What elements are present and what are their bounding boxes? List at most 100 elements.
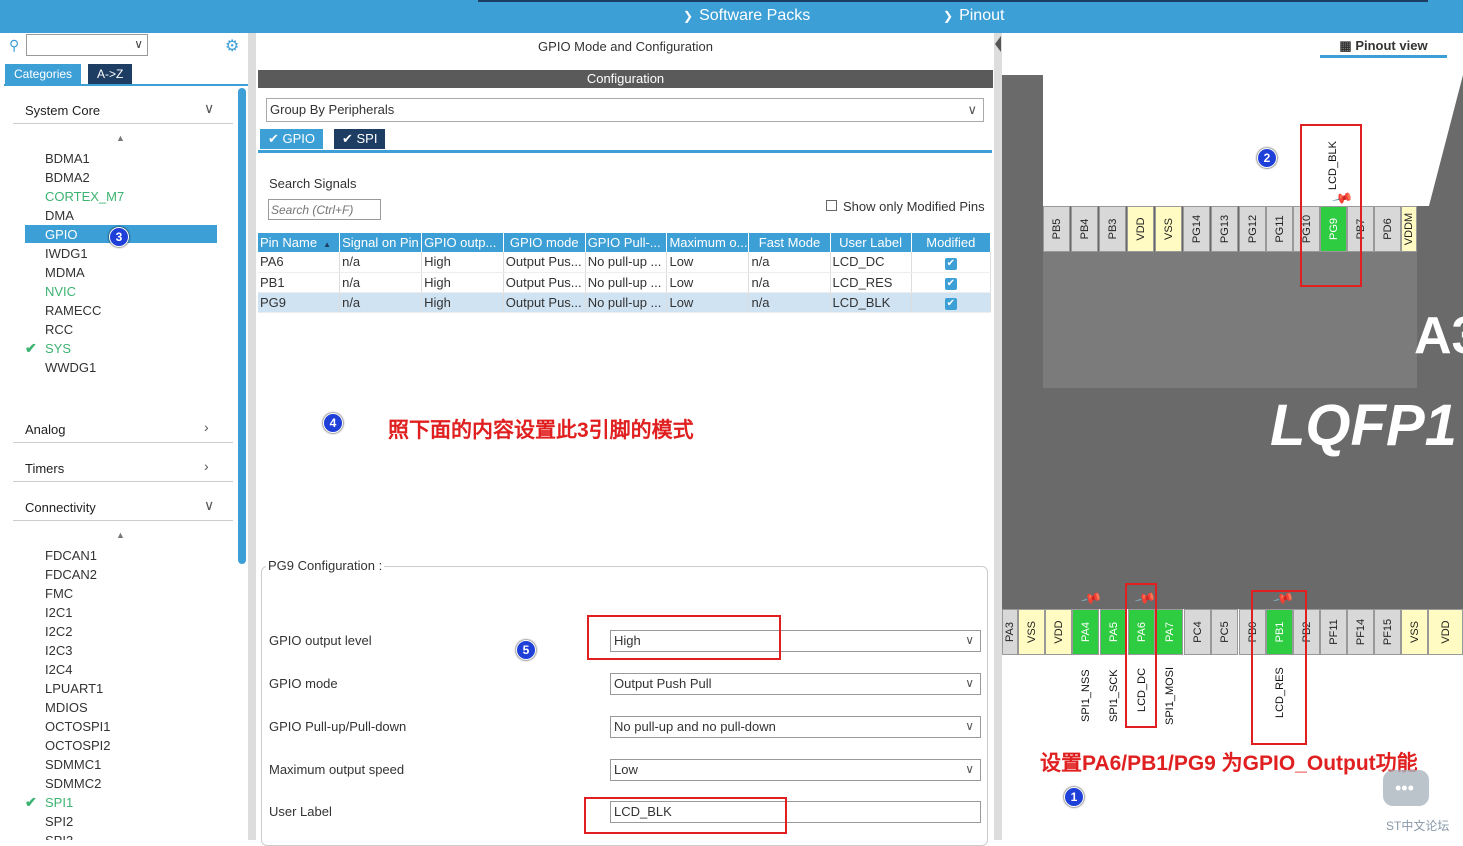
category-analog[interactable]: Analog: [25, 422, 65, 437]
item-spi3[interactable]: SPI3: [45, 833, 73, 840]
item-cortex-m7[interactable]: CORTEX_M7: [45, 189, 124, 204]
item-ramecc[interactable]: RAMECC: [45, 303, 101, 318]
pin-pa7[interactable]: PA7: [1156, 609, 1183, 655]
pin-vdd[interactable]: VDD: [1127, 206, 1154, 252]
item-sdmmc2[interactable]: SDMMC2: [45, 776, 101, 791]
col-gpio-mode[interactable]: GPIO mode: [503, 233, 586, 252]
pin-vdd-b[interactable]: VDD: [1045, 609, 1072, 655]
col-pull[interactable]: GPIO Pull-...: [585, 233, 668, 252]
table-row[interactable]: PG9 n/a High Output Pus... No pull-up ... Low…: [258, 292, 992, 313]
pin-pg13[interactable]: PG13: [1211, 206, 1238, 252]
pin-pf11[interactable]: PF11: [1320, 609, 1347, 655]
tab-a-z[interactable]: A->Z: [88, 64, 133, 84]
pin-pf14[interactable]: PF14: [1347, 609, 1374, 655]
item-bdma1[interactable]: BDMA1: [45, 151, 90, 166]
table-row[interactable]: PB1 n/a High Output Pus... No pull-up ... Low…: [258, 272, 992, 293]
category-system-core[interactable]: System Core: [25, 103, 100, 118]
item-spi1[interactable]: SPI1: [45, 795, 73, 810]
pin-vdd-c[interactable]: VDD: [1428, 609, 1463, 655]
sort-icon[interactable]: ▲: [116, 530, 125, 540]
col-pin-name[interactable]: Pin Name ▲: [258, 233, 341, 252]
item-fmc[interactable]: FMC: [45, 586, 73, 601]
pin-vss-c[interactable]: VSS: [1401, 609, 1428, 655]
gpio-mode-select[interactable]: Output Push Pull ∨: [610, 673, 981, 695]
pin-pg12[interactable]: PG12: [1239, 206, 1266, 252]
category-timers[interactable]: Timers: [25, 461, 64, 476]
pin-vss-b[interactable]: VSS: [1018, 609, 1045, 655]
col-modified[interactable]: Modified: [911, 233, 992, 252]
pinout-view-tab[interactable]: ▦ Pinout view: [1320, 38, 1447, 58]
item-mdios[interactable]: MDIOS: [45, 700, 88, 715]
category-connectivity[interactable]: Connectivity: [25, 500, 96, 515]
item-octospi2[interactable]: OCTOSPI2: [45, 738, 111, 753]
tab-gpio[interactable]: ✔ GPIO: [260, 129, 324, 149]
pin-pg11[interactable]: PG11: [1266, 206, 1293, 252]
chevron-down-icon[interactable]: ∨: [204, 497, 214, 514]
pin-pb5[interactable]: PB5: [1043, 206, 1070, 252]
search-icon[interactable]: ⚲: [9, 37, 19, 54]
item-lpuart1[interactable]: LPUART1: [45, 681, 103, 696]
collapse-arrow-icon[interactable]: [995, 36, 1001, 52]
pin-pb4[interactable]: PB4: [1071, 206, 1098, 252]
item-i2c3[interactable]: I2C3: [45, 643, 72, 658]
item-wwdg1[interactable]: WWDG1: [45, 360, 96, 375]
check-icon[interactable]: ✔: [944, 278, 957, 290]
chevron-right-icon[interactable]: ›: [204, 458, 209, 474]
pin-pc4[interactable]: PC4: [1184, 609, 1211, 655]
panel-splitter[interactable]: [248, 33, 256, 840]
panel-splitter[interactable]: [994, 33, 1002, 840]
search-signals-input[interactable]: [268, 199, 381, 220]
pin-pg14[interactable]: PG14: [1183, 206, 1210, 252]
item-i2c4[interactable]: I2C4: [45, 662, 72, 677]
item-spi2[interactable]: SPI2: [45, 814, 73, 829]
col-max-speed[interactable]: Maximum o...: [666, 233, 750, 252]
pin-pa5[interactable]: PA5: [1100, 609, 1127, 655]
gear-icon[interactable]: ⚙: [225, 36, 239, 56]
cell: No pull-up ...: [585, 252, 668, 273]
pin-pb3[interactable]: PB3: [1099, 206, 1126, 252]
category-search-input[interactable]: ∨: [26, 34, 148, 56]
show-modified-checkbox[interactable]: [826, 200, 837, 211]
check-icon[interactable]: ✔: [944, 257, 957, 270]
item-i2c2[interactable]: I2C2: [45, 624, 72, 639]
pull-select[interactable]: No pull-up and no pull-down ∨: [610, 716, 981, 738]
item-mdma[interactable]: MDMA: [45, 265, 85, 280]
sort-icon[interactable]: ▲: [116, 133, 125, 143]
item-fdcan1[interactable]: FDCAN1: [45, 548, 97, 563]
chevron-right-icon[interactable]: ›: [204, 419, 209, 435]
pin-pa3[interactable]: PA3: [1002, 609, 1018, 655]
table-row[interactable]: PA6 n/a High Output Pus... No pull-up ... Low…: [258, 252, 992, 273]
pin-pf15[interactable]: PF15: [1374, 609, 1401, 655]
tab-spi[interactable]: ✔ SPI: [334, 129, 386, 149]
col-fast-mode[interactable]: Fast Mode: [748, 233, 831, 252]
group-by-select[interactable]: Group By Peripherals ∨: [266, 98, 984, 122]
pin-vddm[interactable]: VDDM: [1401, 206, 1417, 252]
pinout-menu[interactable]: ❯ Pinout: [943, 7, 1004, 25]
item-sys[interactable]: SYS: [45, 341, 71, 356]
pin-pc5[interactable]: PC5: [1211, 609, 1238, 655]
item-sdmmc1[interactable]: SDMMC1: [45, 757, 101, 772]
item-bdma2[interactable]: BDMA2: [45, 170, 90, 185]
check-icon[interactable]: ✔: [944, 298, 957, 310]
check-circle-icon: ✔: [342, 131, 357, 146]
item-iwdg1[interactable]: IWDG1: [45, 246, 88, 261]
item-octospi1[interactable]: OCTOSPI1: [45, 719, 111, 734]
col-signal[interactable]: Signal on Pin: [339, 233, 423, 252]
speed-select[interactable]: Low ∨: [610, 759, 981, 781]
left-scrollbar[interactable]: [238, 88, 246, 564]
tab-categories[interactable]: Categories: [5, 64, 82, 84]
pin-vss[interactable]: VSS: [1155, 206, 1182, 252]
item-dma[interactable]: DMA: [45, 208, 74, 223]
item-rcc[interactable]: RCC: [45, 322, 73, 337]
col-output-level[interactable]: GPIO outp...: [421, 233, 504, 252]
item-fdcan2[interactable]: FDCAN2: [45, 567, 97, 582]
pin-pa4[interactable]: PA4: [1072, 609, 1099, 655]
item-nvic[interactable]: NVIC: [45, 284, 76, 299]
cell: Output Pus...: [503, 252, 586, 273]
col-user-label[interactable]: User Label: [830, 233, 912, 252]
item-i2c1[interactable]: I2C1: [45, 605, 72, 620]
chevron-down-icon[interactable]: ∨: [204, 100, 214, 117]
software-packs-menu[interactable]: ❯ Software Packs: [683, 7, 810, 25]
pin-pd6[interactable]: PD6: [1374, 206, 1401, 252]
item-gpio[interactable]: GPIO: [45, 227, 78, 242]
